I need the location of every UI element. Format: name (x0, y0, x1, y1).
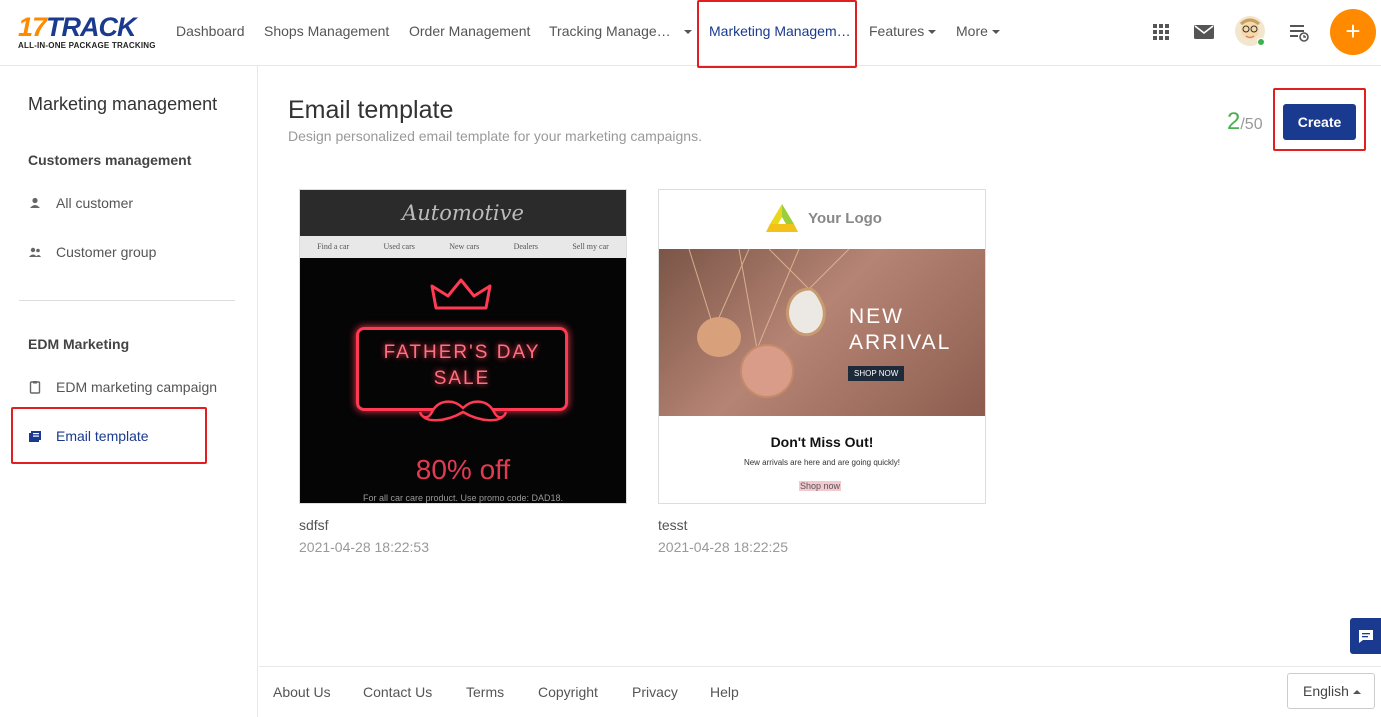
template-card[interactable]: Automotive Find a car Used cars New cars… (299, 189, 627, 555)
sidebar: Marketing management Customers managemen… (0, 66, 258, 717)
chevron-down-icon (684, 30, 692, 35)
template-quota: 2/50 (1227, 108, 1263, 136)
nav-features-label: Features (869, 23, 925, 39)
nav-more[interactable]: More (956, 0, 1000, 62)
template-name: sdfsf (299, 517, 329, 533)
footer-link-terms[interactable]: Terms (466, 684, 504, 700)
main-content: Email template Design personalized email… (259, 66, 1381, 666)
preview-header: Automotive (300, 190, 626, 236)
preview-hero-image: NEW ARRIVAL SHOP NOW (659, 249, 985, 416)
chevron-down-icon (928, 30, 937, 35)
preview-hero-text: NEW ARRIVAL (849, 304, 951, 356)
brand-logo[interactable]: 17TRACK ALL-IN-ONE PACKAGE TRACKING (18, 12, 156, 51)
footer-link-help[interactable]: Help (710, 684, 739, 700)
logo-tagline: ALL-IN-ONE PACKAGE TRACKING (18, 41, 156, 50)
footer-link-about[interactable]: About Us (273, 684, 331, 700)
nav-shops-management[interactable]: Shops Management (264, 0, 389, 62)
sidebar-item-label: EDM marketing campaign (56, 379, 218, 395)
chat-icon (1359, 630, 1373, 643)
nav-tracking-management[interactable]: Tracking Manage… (549, 0, 671, 62)
preview-hero-line: NEW (849, 305, 904, 328)
sidebar-item-edm-campaign[interactable]: EDM marketing campaign (0, 363, 257, 411)
nav-dashboard[interactable]: Dashboard (176, 0, 245, 62)
preview-note: New arrivals are here and are going quic… (743, 458, 901, 467)
preview-logo-row: Your Logo (659, 190, 985, 248)
sidebar-item-label: Email template (56, 428, 149, 444)
apps-grid-icon[interactable] (1149, 20, 1173, 44)
preview-nav: Find a car Used cars New cars Dealers Se… (300, 236, 626, 258)
chat-button[interactable] (1350, 618, 1381, 654)
preview-title: Don't Miss Out! (770, 434, 874, 450)
preview-logo-text: Your Logo (808, 210, 882, 227)
chevron-up-icon (1352, 690, 1361, 695)
logo-triangle-icon (766, 204, 799, 233)
task-list-icon[interactable] (1287, 20, 1311, 44)
online-status-dot (1257, 38, 1265, 46)
mustache-icon (418, 400, 508, 422)
nav-order-management[interactable]: Order Management (409, 0, 530, 62)
sidebar-section-edm: EDM Marketing (28, 336, 130, 352)
preview-nav-item: Dealers (513, 242, 538, 251)
template-preview[interactable]: Your Logo NEW ARRIVAL SHOP NOW Don't Mis… (658, 189, 986, 504)
add-button[interactable]: + (1330, 9, 1376, 55)
language-select[interactable]: English (1287, 673, 1375, 709)
preview-shop-link: Shop now (799, 481, 842, 491)
preview-shop-tag: SHOP NOW (848, 366, 905, 381)
preview-hero-line: ARRIVAL (849, 331, 952, 354)
quota-used: 2 (1227, 108, 1241, 135)
sidebar-title: Marketing management (28, 94, 218, 114)
sidebar-item-label: Customer group (56, 244, 157, 260)
page-subtitle: Design personalized email template for y… (288, 128, 702, 144)
sidebar-item-label: All customer (56, 195, 134, 211)
template-card[interactable]: Your Logo NEW ARRIVAL SHOP NOW Don't Mis… (658, 189, 986, 555)
sidebar-divider (19, 300, 235, 301)
preview-nav-item: Find a car (317, 242, 350, 251)
language-label: English (1303, 683, 1349, 699)
sidebar-section-customers: Customers management (28, 152, 192, 168)
sidebar-item-all-customer[interactable]: All customer (0, 179, 257, 227)
top-navigation-bar: 17TRACK ALL-IN-ONE PACKAGE TRACKING Dash… (0, 0, 1381, 68)
preview-headline: FATHER'S DAY (383, 342, 541, 363)
footer-link-contact[interactable]: Contact Us (363, 684, 432, 700)
nav-features[interactable]: Features (869, 0, 937, 62)
template-date: 2021-04-28 18:22:53 (299, 539, 429, 555)
template-icon (29, 431, 41, 442)
mail-icon[interactable] (1192, 20, 1216, 44)
preview-neon-banner: FATHER'S DAY SALE 80% off For all car ca… (300, 258, 626, 503)
template-date: 2021-04-28 18:22:25 (658, 539, 788, 555)
footer-link-privacy[interactable]: Privacy (632, 684, 678, 700)
nav-marketing-management[interactable]: Marketing Managem… (709, 0, 851, 62)
chevron-down-icon (991, 30, 1000, 35)
preview-nav-item: Sell my car (572, 242, 609, 251)
clipboard-icon (29, 381, 41, 394)
template-name: tesst (658, 517, 688, 533)
logo-wordmark: TRACK (46, 12, 136, 42)
preview-nav-item: Used cars (383, 242, 415, 251)
sidebar-item-email-template[interactable]: Email template (0, 412, 257, 460)
footer: About Us Contact Us Terms Copyright Priv… (259, 666, 1381, 717)
preview-offer: 80% off (415, 454, 511, 485)
preview-nav-item: New cars (449, 242, 480, 251)
create-button[interactable]: Create (1283, 104, 1356, 140)
footer-link-copyright[interactable]: Copyright (538, 684, 598, 700)
page-title: Email template (288, 96, 454, 124)
sidebar-item-customer-group[interactable]: Customer group (0, 228, 257, 276)
template-preview[interactable]: Automotive Find a car Used cars New cars… (299, 189, 627, 504)
nav-more-label: More (956, 23, 988, 39)
nav-tracking-dropdown[interactable] (680, 0, 692, 62)
group-icon (29, 247, 41, 257)
quota-total: /50 (1240, 116, 1263, 133)
crown-icon (430, 278, 492, 310)
person-icon (30, 197, 40, 208)
preview-footnote: For all car care product. Use promo code… (362, 493, 564, 503)
preview-headline-sale: SALE (433, 368, 491, 389)
logo-number: 17 (18, 12, 47, 42)
